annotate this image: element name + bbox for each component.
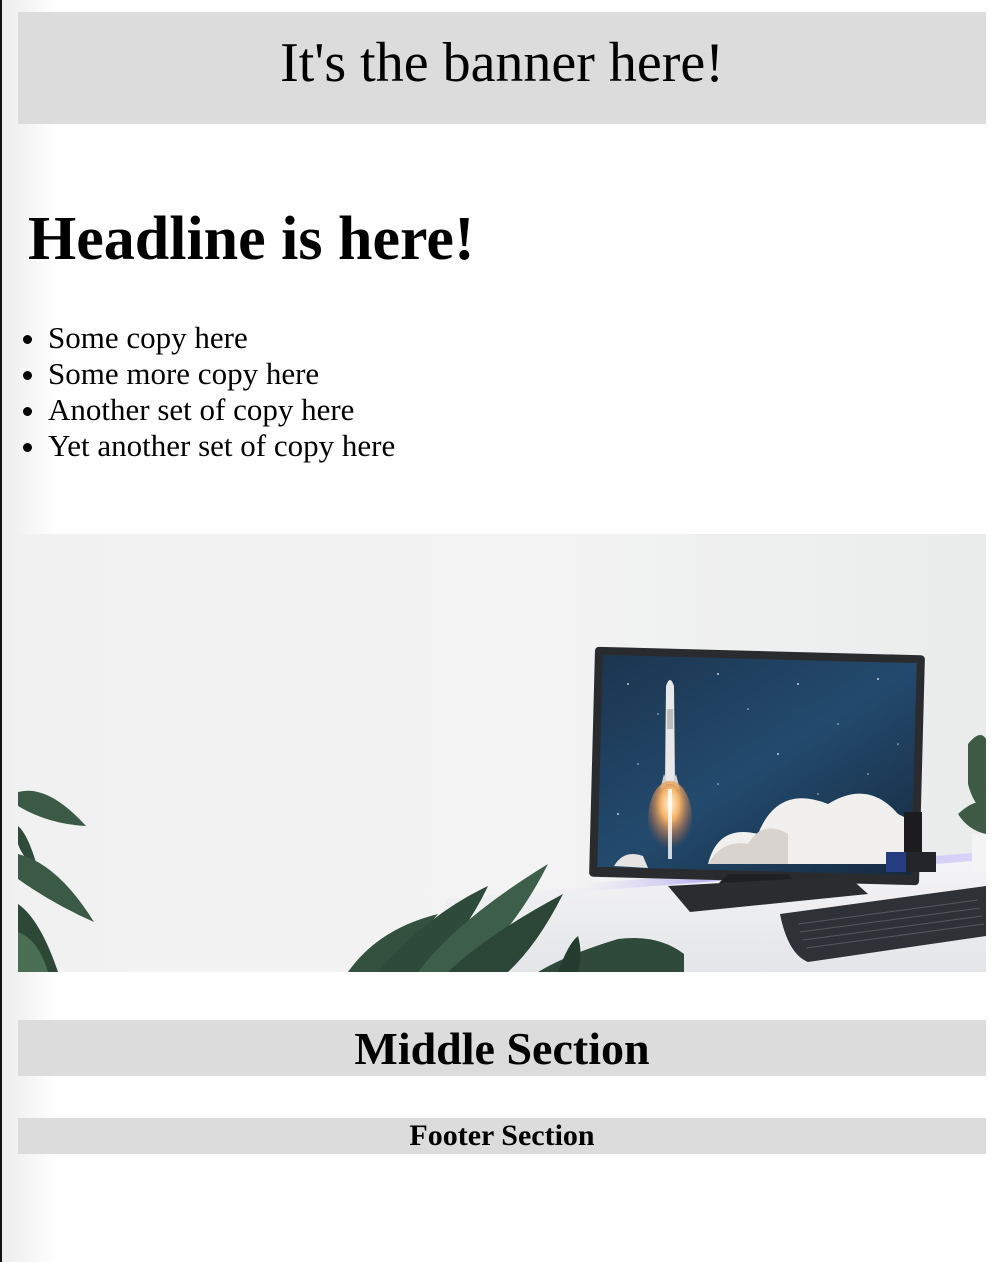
- copy-list: Some copy here Some more copy here Anoth…: [0, 320, 395, 464]
- middle-section: Middle Section: [18, 1020, 986, 1076]
- banner: It's the banner here!: [18, 12, 986, 124]
- page-headline: Headline is here!: [28, 205, 475, 273]
- middle-section-title: Middle Section: [354, 1022, 650, 1074]
- monitor-icon: [589, 646, 925, 886]
- footer-section-title: Footer Section: [409, 1119, 595, 1152]
- list-item: Some copy here: [48, 320, 395, 356]
- list-item: Another set of copy here: [48, 392, 395, 428]
- banner-text: It's the banner here!: [280, 32, 724, 94]
- hero-image: [18, 534, 986, 972]
- list-item: Yet another set of copy here: [48, 428, 395, 464]
- plant-icon: [18, 790, 94, 972]
- list-item: Some more copy here: [48, 356, 395, 392]
- footer-section: Footer Section: [18, 1118, 986, 1154]
